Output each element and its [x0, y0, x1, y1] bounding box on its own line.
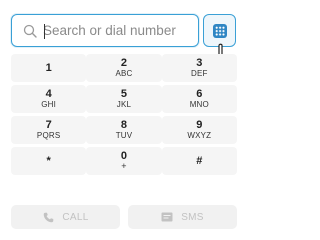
dialer-panel: 1 2 ABC 3 DEF 4 GHI 5 JKL 6 MNO — [0, 0, 249, 240]
keypad-row: 1 2 ABC 3 DEF — [11, 54, 237, 82]
dialer-actions: CALL SMS — [11, 205, 237, 229]
keypad-row: * 0 + # — [11, 147, 237, 175]
text-caret — [44, 24, 45, 39]
key-digit: 5 — [120, 88, 128, 100]
key-1[interactable]: 1 — [11, 54, 87, 82]
key-2[interactable]: 2 ABC — [86, 54, 162, 82]
search-icon — [21, 22, 39, 40]
sms-button-label: SMS — [181, 211, 204, 223]
dial-keypad: 1 2 ABC 3 DEF 4 GHI 5 JKL 6 MNO 7 PQRS 8… — [11, 54, 237, 178]
keypad-grid-icon — [212, 23, 227, 38]
keypad-row: 4 GHI 5 JKL 6 MNO — [11, 85, 237, 113]
key-digit: 8 — [120, 119, 128, 131]
key-9[interactable]: 9 WXYZ — [161, 116, 237, 144]
key-0[interactable]: 0 + — [86, 147, 162, 175]
key-letters: ABC — [115, 69, 133, 78]
key-hash[interactable]: # — [161, 147, 237, 175]
key-digit: 7 — [45, 119, 52, 131]
keypad-row: 7 PQRS 8 TUV 9 WXYZ — [11, 116, 237, 144]
key-5[interactable]: 5 JKL — [86, 85, 162, 113]
key-digit: 1 — [45, 61, 52, 74]
call-button[interactable]: CALL — [11, 205, 120, 229]
message-icon — [161, 211, 173, 223]
phone-icon — [42, 211, 54, 223]
key-digit: 9 — [196, 119, 203, 131]
key-letters: MNO — [189, 100, 209, 109]
key-digit: * — [46, 154, 51, 167]
key-letters: WXYZ — [187, 131, 212, 140]
key-6[interactable]: 6 MNO — [161, 85, 237, 113]
key-8[interactable]: 8 TUV — [86, 116, 162, 144]
key-3[interactable]: 3 DEF — [161, 54, 237, 82]
key-digit: 2 — [120, 57, 128, 69]
key-letters: GHI — [41, 100, 57, 109]
key-7[interactable]: 7 PQRS — [11, 116, 87, 144]
key-4[interactable]: 4 GHI — [11, 85, 87, 113]
key-letters: PQRS — [36, 131, 61, 140]
search-box[interactable] — [11, 14, 199, 47]
key-digit: 6 — [196, 88, 203, 100]
key-letters: TUV — [115, 131, 133, 140]
key-digit: # — [196, 154, 203, 167]
sms-button[interactable]: SMS — [128, 205, 237, 229]
key-star[interactable]: * — [11, 147, 87, 175]
key-digit: 3 — [196, 57, 203, 69]
key-letters: JKL — [116, 100, 132, 109]
key-letters: DEF — [191, 69, 208, 78]
key-digit: 4 — [45, 88, 52, 100]
search-input[interactable] — [43, 20, 193, 41]
call-button-label: CALL — [62, 211, 89, 223]
key-letters: + — [121, 161, 127, 171]
